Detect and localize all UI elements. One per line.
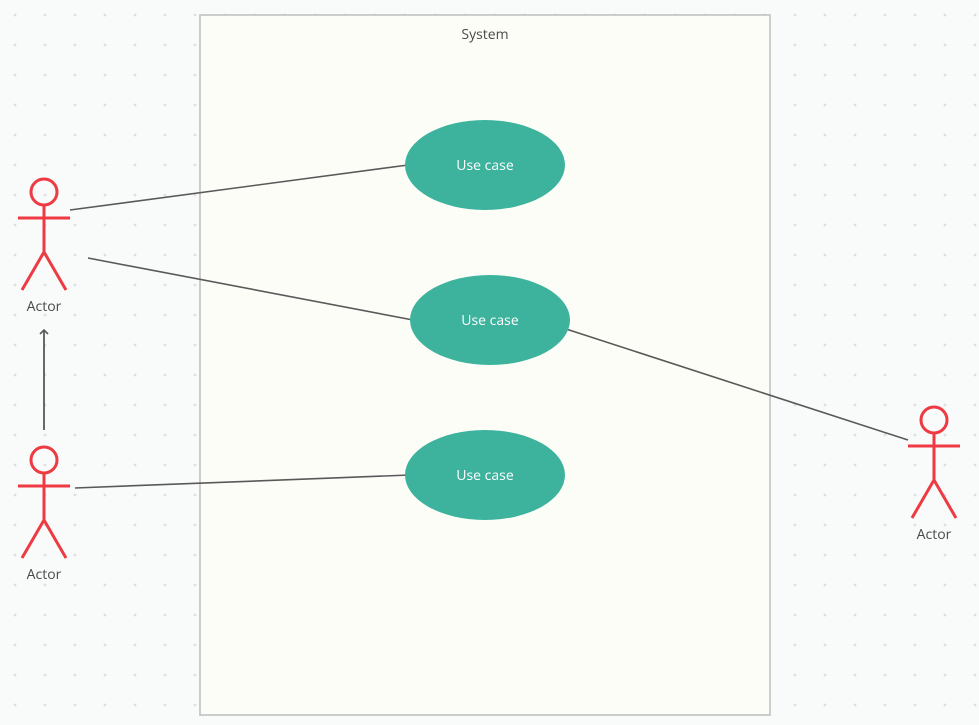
- use-case-2[interactable]: [410, 275, 570, 365]
- diagram-canvas[interactable]: System Use case Use case Use case Actor …: [0, 0, 979, 725]
- diagram-svg: [0, 0, 979, 725]
- use-case-3[interactable]: [405, 430, 565, 520]
- use-case-1[interactable]: [405, 120, 565, 210]
